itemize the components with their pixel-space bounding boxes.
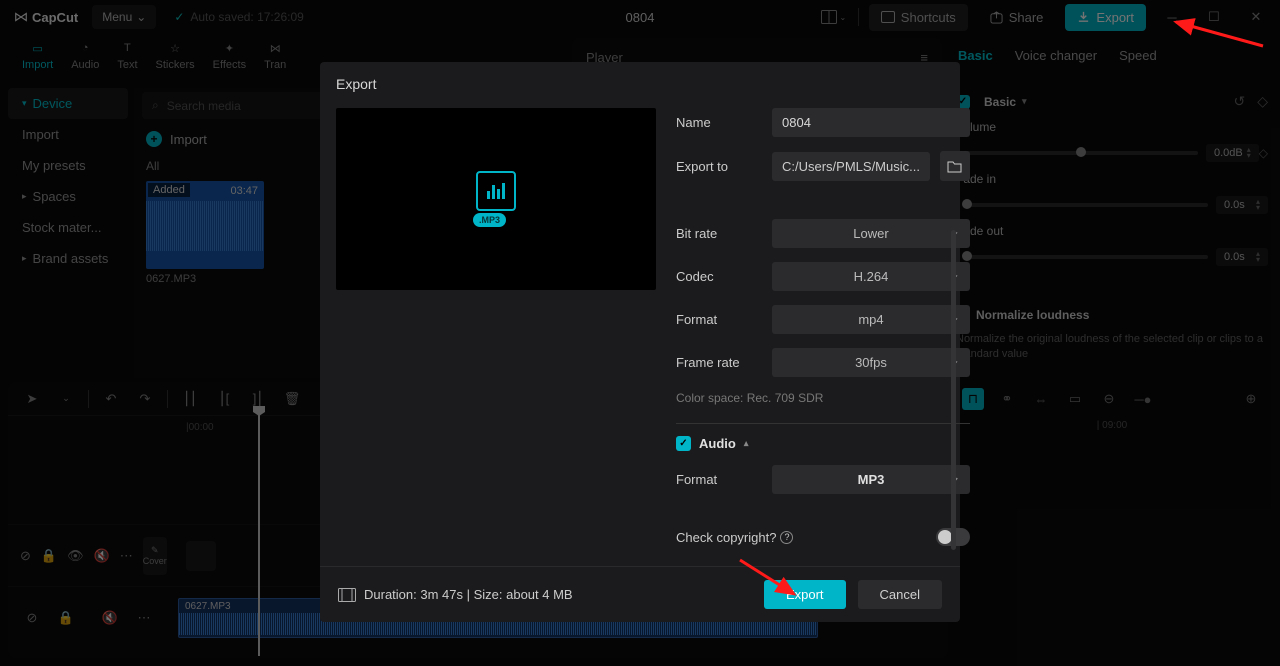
- scrollbar[interactable]: [951, 230, 956, 550]
- export-modal: Export .MP3 Name Export to C:/Users/PMLS…: [320, 62, 960, 622]
- browse-folder-button[interactable]: [940, 151, 970, 181]
- modal-title: Export: [320, 62, 960, 100]
- colorspace-note: Color space: Rec. 709 SDR: [676, 391, 970, 405]
- info-icon[interactable]: ?: [780, 531, 793, 544]
- film-icon: [338, 588, 356, 602]
- audio-header-label: Audio: [699, 436, 736, 451]
- bitrate-label: Bit rate: [676, 226, 762, 241]
- framerate-label: Frame rate: [676, 355, 762, 370]
- chevron-up-icon: ▴: [744, 438, 749, 449]
- format-label: Format: [676, 312, 762, 327]
- cancel-button[interactable]: Cancel: [858, 580, 942, 609]
- name-input[interactable]: [772, 108, 970, 137]
- mp3-file-icon: .MP3: [473, 171, 519, 227]
- copyright-label: Check copyright?: [676, 530, 776, 545]
- audio-section-header[interactable]: ✓ Audio ▴: [676, 436, 970, 451]
- checkbox-on-icon[interactable]: ✓: [676, 436, 691, 451]
- export-preview: .MP3: [336, 108, 656, 290]
- divider: [676, 423, 970, 424]
- name-label: Name: [676, 115, 762, 130]
- codec-label: Codec: [676, 269, 762, 284]
- framerate-select[interactable]: 30fps: [772, 348, 970, 377]
- format-select[interactable]: mp4: [772, 305, 970, 334]
- audio-format-select[interactable]: MP3: [772, 465, 970, 494]
- export-confirm-button[interactable]: Export: [764, 580, 846, 609]
- mp3-tag: .MP3: [473, 213, 506, 227]
- bitrate-select[interactable]: Lower: [772, 219, 970, 248]
- audio-format-label: Format: [676, 472, 762, 487]
- codec-select[interactable]: H.264: [772, 262, 970, 291]
- folder-icon: [947, 160, 962, 173]
- export-to-label: Export to: [676, 159, 762, 174]
- export-info: Duration: 3m 47s | Size: about 4 MB: [364, 587, 573, 602]
- export-path[interactable]: C:/Users/PMLS/Music...: [772, 152, 930, 181]
